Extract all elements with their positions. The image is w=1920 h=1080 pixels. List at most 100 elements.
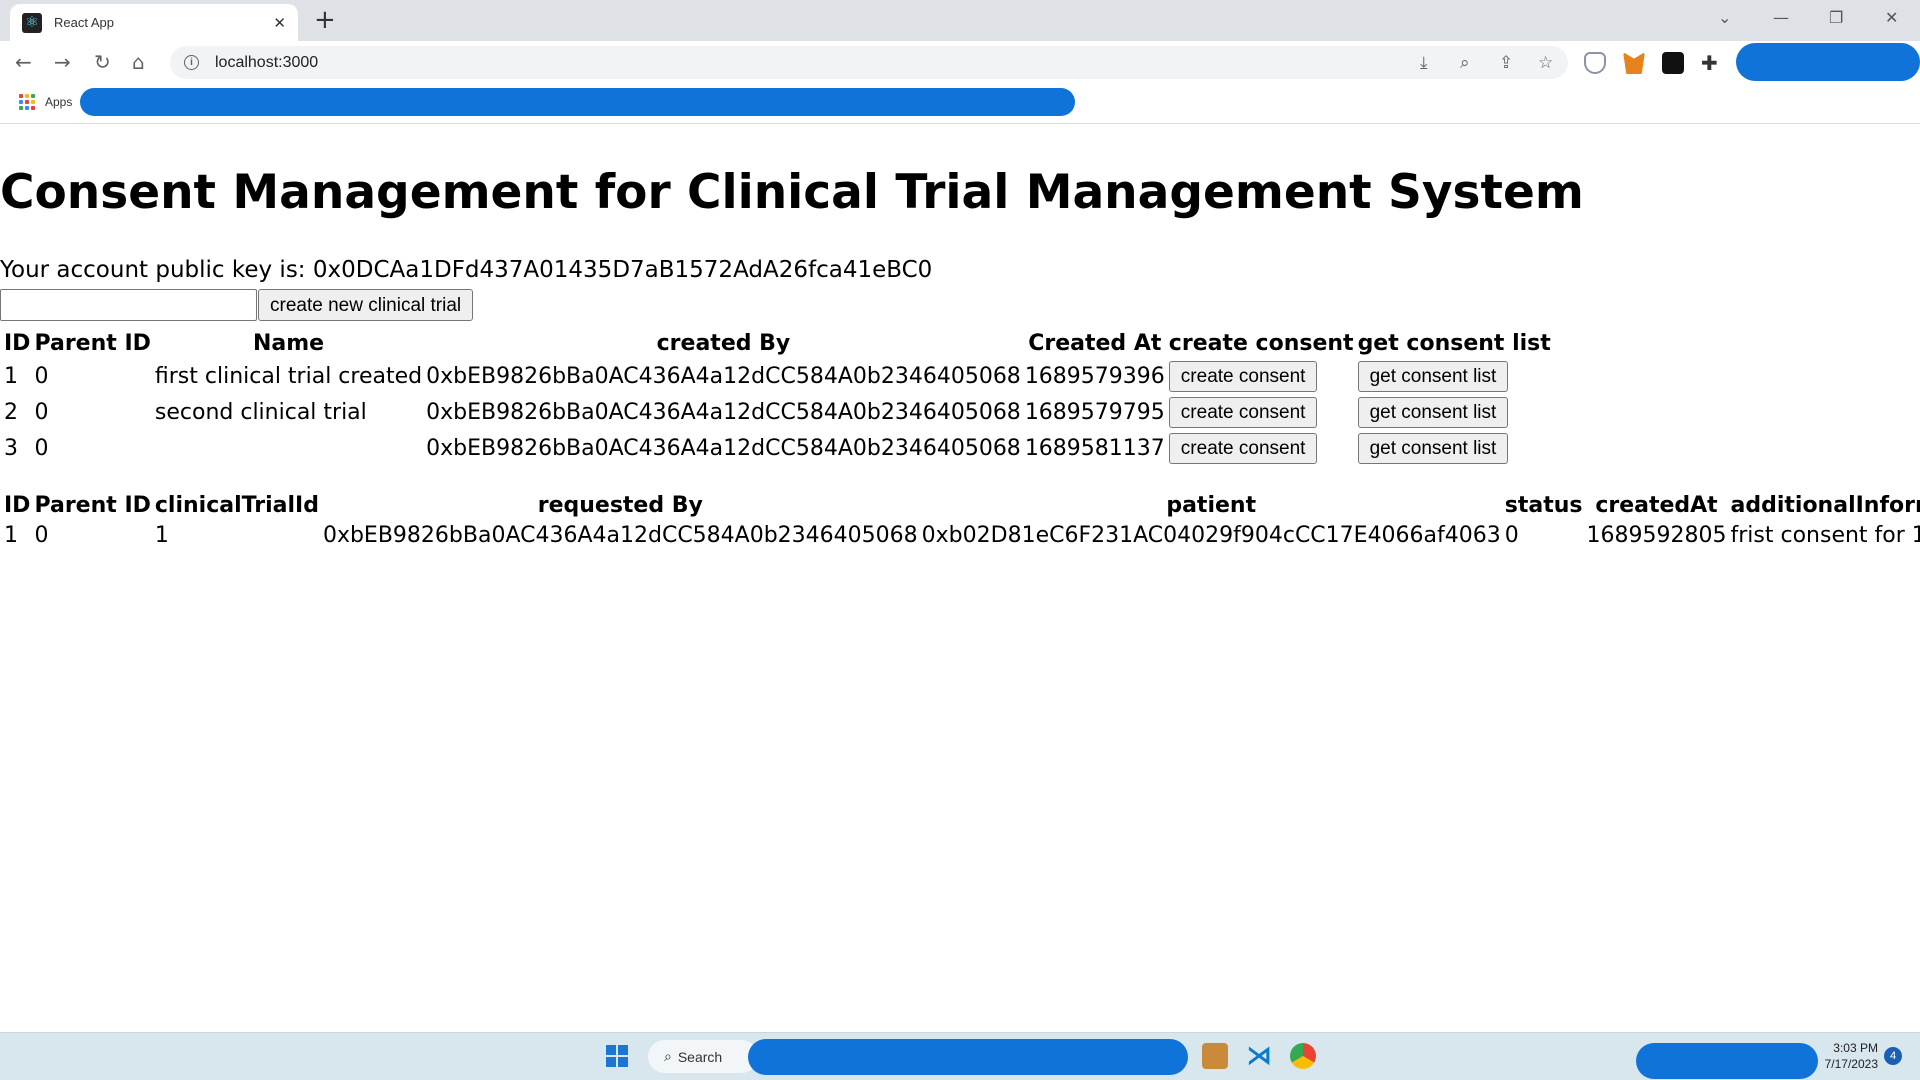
redacted-profile-area	[1736, 43, 1920, 81]
tab-search-icon[interactable]: ⌄	[1718, 8, 1731, 27]
cell-created-at: 1689581137	[1024, 436, 1165, 461]
cell-name	[155, 433, 422, 464]
windows-taskbar: ⌕ Search ⋊ 3:03 PM 7/17/2023 4	[0, 1032, 1920, 1080]
header-created-by: created By	[656, 331, 791, 356]
cell-create-consent: create consent	[1168, 361, 1354, 392]
header-name: Name	[252, 331, 325, 356]
react-icon: ⚛	[22, 12, 42, 33]
home-icon[interactable]: ⌂	[132, 50, 145, 74]
waveform-extension-icon[interactable]	[1662, 52, 1684, 74]
cell-created-at: 1689592805	[1586, 523, 1727, 548]
taskbar-search-label: Search	[677, 1048, 723, 1065]
cell-name: second clinical trial	[154, 400, 367, 425]
url-text[interactable]: localhost:3000	[215, 54, 318, 72]
account-public-key: Your account public key is: 0x0DCAa1DFd4…	[0, 257, 933, 283]
get-consent-list-button[interactable]: get consent list	[1357, 397, 1509, 428]
zoom-icon[interactable]: ⌕	[1460, 53, 1470, 73]
table-row: 1 0 1 0xbEB9826bBa0AC436A4a12dCC584A0b23…	[4, 523, 1920, 548]
restore-icon[interactable]: ❐	[1829, 8, 1843, 27]
close-tab-icon[interactable]: ✕	[273, 14, 286, 32]
new-clinical-trial-input[interactable]	[0, 289, 257, 321]
header-created-at: Created At	[1028, 331, 1162, 356]
cell-parent-id: 0	[34, 436, 49, 461]
create-clinical-trial-button[interactable]: create new clinical trial	[258, 289, 474, 321]
windows-start-icon[interactable]	[606, 1045, 628, 1067]
apps-bookmark-label[interactable]: Apps	[45, 95, 72, 109]
chrome-icon[interactable]	[1290, 1043, 1316, 1069]
create-consent-button[interactable]: create consent	[1168, 397, 1318, 428]
cell-created-at: 1689579795	[1024, 400, 1165, 425]
cell-status: 0	[1504, 523, 1519, 548]
taskbar-search[interactable]: ⌕ Search	[648, 1040, 758, 1073]
clinical-trials-table: ID Parent ID Name created By Created At …	[0, 326, 1555, 469]
back-icon[interactable]: ←	[15, 50, 32, 74]
clock-time: 3:03 PM	[1833, 1041, 1878, 1055]
extensions-puzzle-icon[interactable]: ✚	[1701, 52, 1723, 74]
install-icon[interactable]: ⤓	[1420, 53, 1428, 73]
table-row: 3 0 0xbEB9826bBa0AC436A4a12dCC584A0b2346…	[4, 433, 1551, 464]
header-id: ID	[4, 331, 31, 356]
cell-requested-by: 0xbEB9826bBa0AC436A4a12dCC584A0b23464050…	[322, 523, 918, 548]
forward-icon[interactable]: →	[54, 50, 71, 74]
reload-icon[interactable]: ↻	[94, 50, 111, 74]
table-header-row: ID Parent ID clinicalTrialId requested B…	[4, 493, 1920, 518]
package-app-icon[interactable]	[1202, 1043, 1228, 1069]
create-consent-button[interactable]: create consent	[1168, 361, 1318, 392]
header-created-at: createdAt	[1595, 493, 1718, 518]
cell-create-consent: create consent	[1168, 433, 1354, 464]
notification-badge[interactable]: 4	[1884, 1047, 1902, 1065]
header-create-consent: create consent	[1168, 331, 1354, 356]
search-icon: ⌕	[664, 1048, 672, 1064]
redacted-tray	[1636, 1043, 1818, 1079]
header-clinical-trial-id: clinicalTrialId	[154, 493, 319, 518]
page-title: Consent Management for Clinical Trial Ma…	[0, 165, 1584, 220]
cell-parent-id: 0	[34, 364, 49, 389]
cell-id: 3	[4, 436, 18, 461]
address-bar[interactable]: i localhost:3000 ⤓ ⌕ ⇪ ☆	[170, 46, 1568, 79]
share-icon[interactable]: ⇪	[1499, 53, 1513, 73]
header-parent-id: Parent ID	[34, 331, 151, 356]
vscode-icon[interactable]: ⋊	[1246, 1043, 1272, 1069]
cell-id: 1	[4, 364, 18, 389]
header-id: ID	[4, 493, 31, 518]
header-parent-id: Parent ID	[34, 493, 151, 518]
minimize-icon[interactable]: —	[1773, 8, 1789, 27]
metamask-fox-icon[interactable]	[1623, 52, 1645, 74]
cell-id: 2	[4, 400, 18, 425]
get-consent-list-button[interactable]: get consent list	[1357, 361, 1509, 392]
table-row: 1 0 first clinical trial created 0xbEB98…	[4, 361, 1551, 392]
close-window-icon[interactable]: ✕	[1885, 8, 1898, 27]
header-requested-by: requested By	[537, 493, 703, 518]
cell-get-consent-list: get consent list	[1357, 361, 1551, 392]
cell-id: 1	[4, 523, 18, 548]
browser-tab-bar: ⚛ React App ✕ + ⌄ — ❐ ✕	[0, 0, 1920, 41]
site-info-icon[interactable]: i	[184, 55, 199, 70]
get-consent-list-button[interactable]: get consent list	[1357, 433, 1509, 464]
create-consent-button[interactable]: create consent	[1168, 433, 1318, 464]
cell-created-at: 1689579396	[1024, 364, 1165, 389]
table-row: 2 0 second clinical trial 0xbEB9826bBa0A…	[4, 397, 1551, 428]
cell-parent-id: 0	[34, 523, 49, 548]
cell-patient: 0xb02D81eC6F231AC04029f904cCC17E4066af40…	[921, 523, 1501, 548]
cell-get-consent-list: get consent list	[1357, 433, 1551, 464]
browser-toolbar: ← → ↻ ⌂ i localhost:3000 ⤓ ⌕ ⇪ ☆ ✚	[0, 41, 1920, 84]
cell-get-consent-list: get consent list	[1357, 397, 1551, 428]
redacted-bookmarks	[80, 88, 1075, 116]
redacted-taskbar-apps	[748, 1039, 1188, 1075]
header-patient: patient	[1166, 493, 1257, 518]
header-additional-information: additionalInformation	[1730, 493, 1920, 518]
cell-parent-id: 0	[34, 400, 49, 425]
header-get-consent-list: get consent list	[1357, 331, 1551, 356]
shield-extension-icon[interactable]	[1584, 52, 1606, 74]
new-tab-button[interactable]: +	[314, 6, 336, 34]
apps-grid-icon[interactable]	[19, 94, 35, 110]
system-clock[interactable]: 3:03 PM 7/17/2023	[1810, 1040, 1878, 1072]
header-status: status	[1504, 493, 1583, 518]
bookmark-star-icon[interactable]: ☆	[1538, 53, 1553, 73]
browser-tab[interactable]: ⚛ React App ✕	[10, 4, 298, 41]
tab-title: React App	[54, 15, 114, 30]
consents-table: ID Parent ID clinicalTrialId requested B…	[0, 488, 1920, 553]
cell-created-by: 0xbEB9826bBa0AC436A4a12dCC584A0b23464050…	[426, 364, 1021, 389]
cell-created-by: 0xbEB9826bBa0AC436A4a12dCC584A0b23464050…	[426, 400, 1021, 425]
cell-clinical-trial-id: 1	[154, 523, 169, 548]
